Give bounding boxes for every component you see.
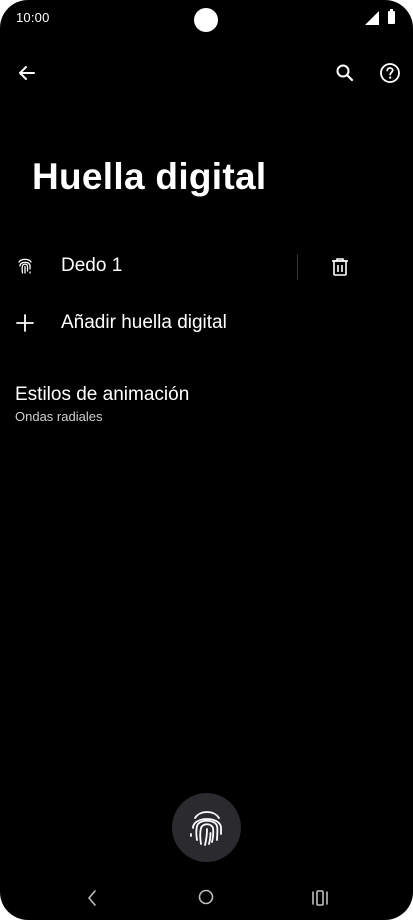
add-fingerprint-item[interactable]: Añadir huella digital xyxy=(0,301,413,345)
navigation-bar xyxy=(0,872,413,920)
status-bar: 10:00 xyxy=(0,0,413,36)
signal-icon xyxy=(365,11,379,25)
arrow-back-icon xyxy=(19,66,35,80)
animation-style-value: Ondas radiales xyxy=(15,409,103,424)
nav-recents-icon[interactable] xyxy=(310,888,330,908)
search-button[interactable] xyxy=(330,58,360,88)
camera-cutout xyxy=(194,8,218,32)
battery-icon xyxy=(388,9,395,24)
nav-back-icon[interactable] xyxy=(83,888,103,908)
status-time: 10:00 xyxy=(16,10,50,25)
help-icon xyxy=(380,63,400,83)
fingerprint-sensor[interactable] xyxy=(172,793,241,862)
search-icon xyxy=(336,64,354,82)
nav-home-icon[interactable] xyxy=(197,888,215,906)
fingerprint-item-label: Dedo 1 xyxy=(61,255,123,276)
screen: 10:00 Huella digital Dedo 1 Añadir huell… xyxy=(0,0,413,920)
page-title: Huella digital xyxy=(32,156,267,197)
animation-style-title: Estilos de animación xyxy=(15,384,190,405)
delete-fingerprint-button[interactable] xyxy=(328,254,352,280)
fingerprint-icon xyxy=(189,810,222,846)
trash-icon xyxy=(332,258,348,276)
row-divider xyxy=(297,254,298,280)
plus-icon xyxy=(14,312,36,334)
add-fingerprint-label: Añadir huella digital xyxy=(61,312,227,333)
fingerprint-icon xyxy=(14,255,36,277)
back-button[interactable] xyxy=(12,58,42,88)
help-button[interactable] xyxy=(375,58,405,88)
